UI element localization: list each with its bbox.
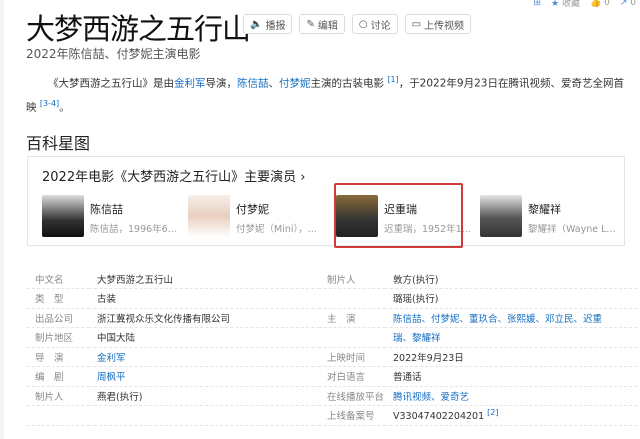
- info-value: 普通话: [385, 366, 637, 387]
- top-actions: ⊞ ★ 收藏 👍 0 ↗ 0: [534, 0, 637, 9]
- info-value: 古装: [89, 288, 319, 309]
- info-label: 上映时间: [319, 347, 385, 367]
- info-value: 敦方(执行): [385, 269, 637, 289]
- infobox: 中文名 大梦西游之五行山 制片人 敦方(执行) 类 型古装 璐瑶(执行) 出品公司 浙江冀视众…: [27, 269, 637, 426]
- infobox-row: 类 型古装 璐瑶(执行): [27, 288, 637, 309]
- subtitle: 2022年陈信喆、付梦妮主演电影: [26, 47, 201, 61]
- info-link[interactable]: 周枫平: [97, 372, 126, 383]
- info-value: 燕君(执行): [89, 386, 319, 406]
- info-label: 在线播放平台: [319, 386, 385, 406]
- page-title: 大梦西游之五行山: [26, 12, 251, 46]
- infobox-row: 导 演金利军 上映时间 2022年9月23日: [27, 347, 637, 367]
- section-title: 百科星图: [26, 134, 91, 153]
- info-label: [27, 405, 89, 426]
- actor-photo: [480, 195, 522, 237]
- info-value: 大梦西游之五行山: [89, 269, 319, 289]
- page-edge: [0, 0, 4, 439]
- info-value: V33047402204201 [2]: [385, 405, 637, 426]
- collect-button[interactable]: ★ 收藏: [551, 0, 580, 9]
- share-icon: ↗: [619, 0, 628, 8]
- info-label: [319, 288, 385, 309]
- info-value: 璐瑶(执行): [385, 288, 637, 309]
- info-label: 编 剧: [27, 366, 89, 387]
- video-icon: ▭: [411, 18, 422, 30]
- star-icon: ★: [551, 0, 560, 9]
- actor-link[interactable]: 付梦妮: [279, 78, 311, 90]
- info-value: 2022年9月23日: [385, 347, 637, 367]
- info-label: 主 演: [319, 308, 385, 328]
- actor-link[interactable]: 陈信喆: [237, 78, 269, 90]
- info-label: 制片人: [27, 386, 89, 406]
- info-label: 类 型: [27, 288, 89, 309]
- like-button[interactable]: 👍 0: [590, 0, 610, 8]
- info-label: 上线备案号: [319, 405, 385, 426]
- info-label: 导 演: [27, 347, 89, 367]
- speaker-icon: 🔈: [250, 18, 263, 30]
- reference[interactable]: [2]: [487, 408, 498, 417]
- info-label: 出品公司: [27, 308, 89, 328]
- actor-photo: [42, 195, 84, 237]
- share-button[interactable]: ↗ 0: [620, 0, 636, 8]
- upload-video-button[interactable]: ▭ 上传视频: [404, 14, 472, 34]
- director-link[interactable]: 金利军: [174, 78, 206, 90]
- actor-item[interactable]: 黎耀祥 黎耀祥（Wayne L...: [480, 195, 615, 237]
- thumb-icon: 👍: [590, 0, 602, 8]
- broadcast-button[interactable]: 🔈 播报: [243, 14, 293, 34]
- actor-item[interactable]: 付梦妮 付梦妮（Mini），...: [188, 195, 317, 237]
- info-link[interactable]: 腾讯视频、爱奇艺: [393, 392, 469, 403]
- info-link[interactable]: 陈信喆、付梦妮、董玖合、张熙媛、邓立民、迟重: [393, 314, 602, 325]
- info-value: 周枫平: [89, 366, 319, 387]
- add-icon[interactable]: ⊞: [534, 0, 542, 8]
- info-label: 制片人: [319, 269, 385, 289]
- edit-button[interactable]: ✎ 编辑: [299, 14, 345, 34]
- comment-icon: ○: [358, 18, 368, 30]
- infobox-row: 中文名 大梦西游之五行山 制片人 敦方(执行): [27, 269, 637, 289]
- chevron-right-icon: ›: [300, 170, 306, 185]
- info-link[interactable]: 金利军: [97, 353, 126, 364]
- cast-card: 2022年电影《大梦西游之五行山》主要演员 › 陈信喆 陈信喆，1996年6...…: [27, 156, 625, 248]
- reference[interactable]: [3-4]: [40, 99, 59, 108]
- reference[interactable]: [1]: [387, 75, 398, 84]
- info-value: 陈信喆、付梦妮、董玖合、张熙媛、邓立民、迟重: [385, 308, 637, 328]
- info-value: 腾讯视频、爱奇艺: [385, 386, 637, 406]
- actor-item[interactable]: 陈信喆 陈信喆，1996年6...: [42, 195, 177, 237]
- infobox-row: 上线备案号 V33047402204201 [2]: [27, 405, 637, 426]
- discuss-button[interactable]: ○ 讨论: [351, 14, 398, 34]
- highlight-box: [334, 183, 463, 248]
- info-value: 瑞、黎耀祥: [385, 327, 637, 348]
- infobox-row: 出品公司 浙江冀视众乐文化传播有限公司主 演陈信喆、付梦妮、董玖合、张熙媛、邓立民…: [27, 308, 637, 328]
- intro-paragraph: 《大梦西游之五行山》是由金利军导演，陈信喆、付梦妮主演的古装电影 [1]，于20…: [26, 75, 624, 113]
- infobox-row: 制片地区 中国大陆 瑞、黎耀祥: [27, 327, 637, 348]
- info-label: [319, 327, 385, 348]
- info-label: 中文名: [27, 269, 89, 289]
- infobox-row: 编 剧周枫平 对白语言 普通话: [27, 366, 637, 387]
- info-value: 浙江冀视众乐文化传播有限公司: [89, 308, 319, 328]
- info-link[interactable]: 瑞、黎耀祥: [393, 333, 441, 344]
- info-label: 制片地区: [27, 327, 89, 348]
- info-label: 对白语言: [319, 366, 385, 387]
- pencil-icon: ✎: [306, 18, 315, 30]
- info-value: 中国大陆: [89, 327, 319, 348]
- info-value: 金利军: [89, 347, 319, 367]
- infobox-row: 制片人 燕君(执行) 在线播放平台 腾讯视频、爱奇艺: [27, 386, 637, 406]
- actor-photo: [188, 195, 230, 237]
- cast-card-title[interactable]: 2022年电影《大梦西游之五行山》主要演员 ›: [42, 166, 305, 185]
- info-value: [89, 405, 319, 426]
